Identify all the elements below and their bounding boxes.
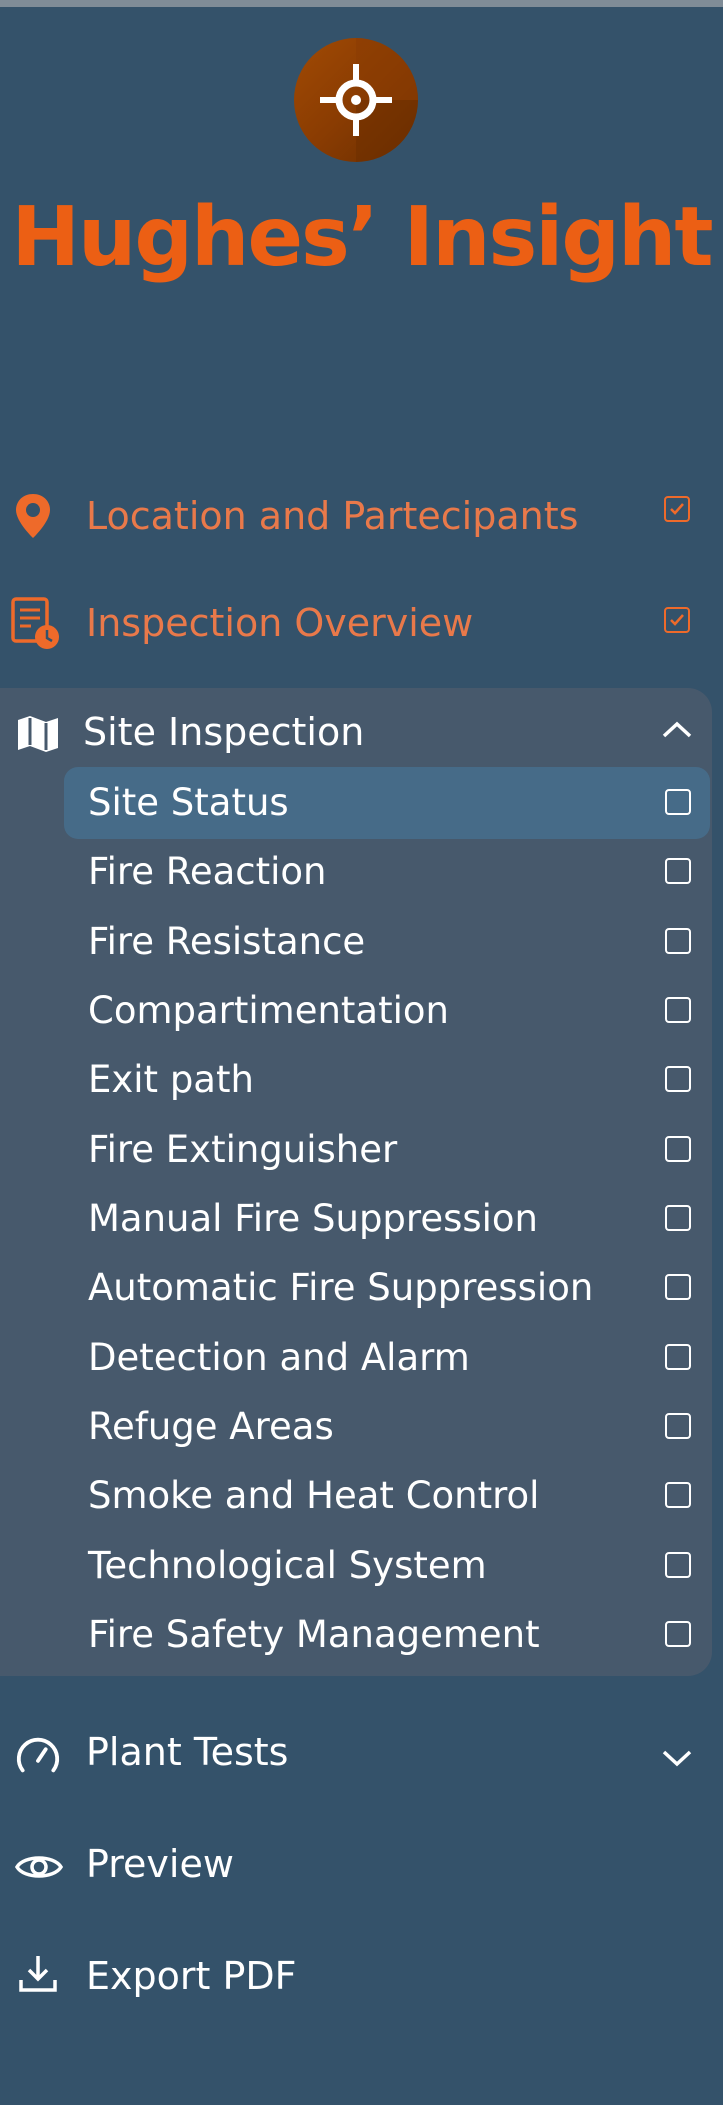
sub-item-label: Fire Reaction: [88, 850, 327, 893]
sub-item-refuge-areas[interactable]: Refuge Areas: [64, 1391, 710, 1463]
nav-item-location-participants[interactable]: Location and Partecipants: [0, 476, 723, 556]
nav-item-plant-tests-label: Plant Tests: [86, 1730, 289, 1774]
sub-item-site-status[interactable]: Site Status: [64, 767, 710, 839]
sub-item-checkbox[interactable]: [665, 1066, 691, 1092]
sub-item-detection-and-alarm[interactable]: Detection and Alarm: [64, 1322, 710, 1394]
nav-item-export-pdf[interactable]: Export PDF: [0, 1936, 723, 2020]
sub-item-smoke-and-heat-control[interactable]: Smoke and Heat Control: [64, 1460, 710, 1532]
chevron-down-icon[interactable]: [660, 1746, 694, 1770]
sub-item-fire-extinguisher[interactable]: Fire Extinguisher: [64, 1114, 710, 1186]
chevron-up-icon[interactable]: [660, 718, 694, 742]
nav-item-preview[interactable]: Preview: [0, 1824, 723, 1908]
sub-item-checkbox[interactable]: [665, 1274, 691, 1300]
nav-item-preview-label: Preview: [86, 1842, 234, 1886]
sub-item-label: Manual Fire Suppression: [88, 1197, 538, 1240]
sub-item-checkbox[interactable]: [665, 1205, 691, 1231]
download-icon: [19, 1956, 57, 1992]
sub-item-label: Fire Safety Management: [88, 1613, 540, 1656]
nav-item-export-pdf-label: Export PDF: [86, 1954, 297, 1998]
nav-item-inspection-overview-label: Inspection Overview: [86, 601, 474, 645]
sub-item-label: Smoke and Heat Control: [88, 1474, 540, 1517]
site-inspection-section: Site Inspection Site Status Fire Reactio…: [0, 688, 712, 1676]
sub-item-label: Automatic Fire Suppression: [88, 1266, 594, 1309]
top-bar: [0, 0, 723, 7]
brand-title: Hughes’ Insight: [11, 190, 713, 285]
sub-item-exit-path[interactable]: Exit path: [64, 1044, 710, 1116]
sub-item-checkbox[interactable]: [665, 928, 691, 954]
sub-item-automatic-fire-suppression[interactable]: Automatic Fire Suppression: [64, 1252, 710, 1324]
sub-item-checkbox[interactable]: [665, 1552, 691, 1578]
sub-item-checkbox[interactable]: [665, 858, 691, 884]
sub-item-fire-safety-management[interactable]: Fire Safety Management: [64, 1599, 710, 1671]
gauge-icon: [16, 1737, 60, 1773]
sub-item-manual-fire-suppression[interactable]: Manual Fire Suppression: [64, 1183, 710, 1255]
sub-item-label: Fire Extinguisher: [88, 1128, 398, 1171]
sub-item-label: Refuge Areas: [88, 1405, 334, 1448]
sub-item-label: Technological System: [88, 1544, 487, 1587]
sub-item-compartimentation[interactable]: Compartimentation: [64, 975, 710, 1047]
sub-item-checkbox[interactable]: [665, 997, 691, 1023]
sub-item-label: Compartimentation: [88, 989, 449, 1032]
sub-item-checkbox[interactable]: [665, 1621, 691, 1647]
sub-item-fire-reaction[interactable]: Fire Reaction: [64, 836, 710, 908]
checkmark-icon: [670, 503, 684, 515]
nav-item-inspection-overview[interactable]: Inspection Overview: [0, 583, 723, 663]
nav-item-plant-tests[interactable]: Plant Tests: [0, 1712, 723, 1796]
checkmark-icon: [670, 614, 684, 626]
sub-item-label: Detection and Alarm: [88, 1336, 470, 1379]
crosshair-icon: [320, 38, 418, 162]
sub-item-checkbox[interactable]: [665, 1482, 691, 1508]
overview-checkbox[interactable]: [664, 607, 690, 633]
location-checkbox[interactable]: [664, 496, 690, 522]
sub-item-label: Fire Resistance: [88, 920, 366, 963]
sub-item-label: Site Status: [88, 781, 289, 824]
sub-item-label: Exit path: [88, 1058, 254, 1101]
sub-item-checkbox[interactable]: [665, 1344, 691, 1370]
nav-item-location-participants-label: Location and Partecipants: [86, 494, 579, 538]
map-icon: [18, 716, 58, 752]
map-pin-icon: [16, 494, 50, 538]
brand-logo: [294, 38, 418, 162]
eye-icon: [14, 1856, 64, 1878]
sub-item-checkbox[interactable]: [665, 789, 691, 815]
sub-item-technological-system[interactable]: Technological System: [64, 1530, 710, 1602]
report-clock-icon: [11, 597, 59, 649]
sub-item-fire-resistance[interactable]: Fire Resistance: [64, 906, 710, 978]
sub-item-checkbox[interactable]: [665, 1413, 691, 1439]
site-inspection-label: Site Inspection: [83, 710, 365, 754]
sub-item-checkbox[interactable]: [665, 1136, 691, 1162]
